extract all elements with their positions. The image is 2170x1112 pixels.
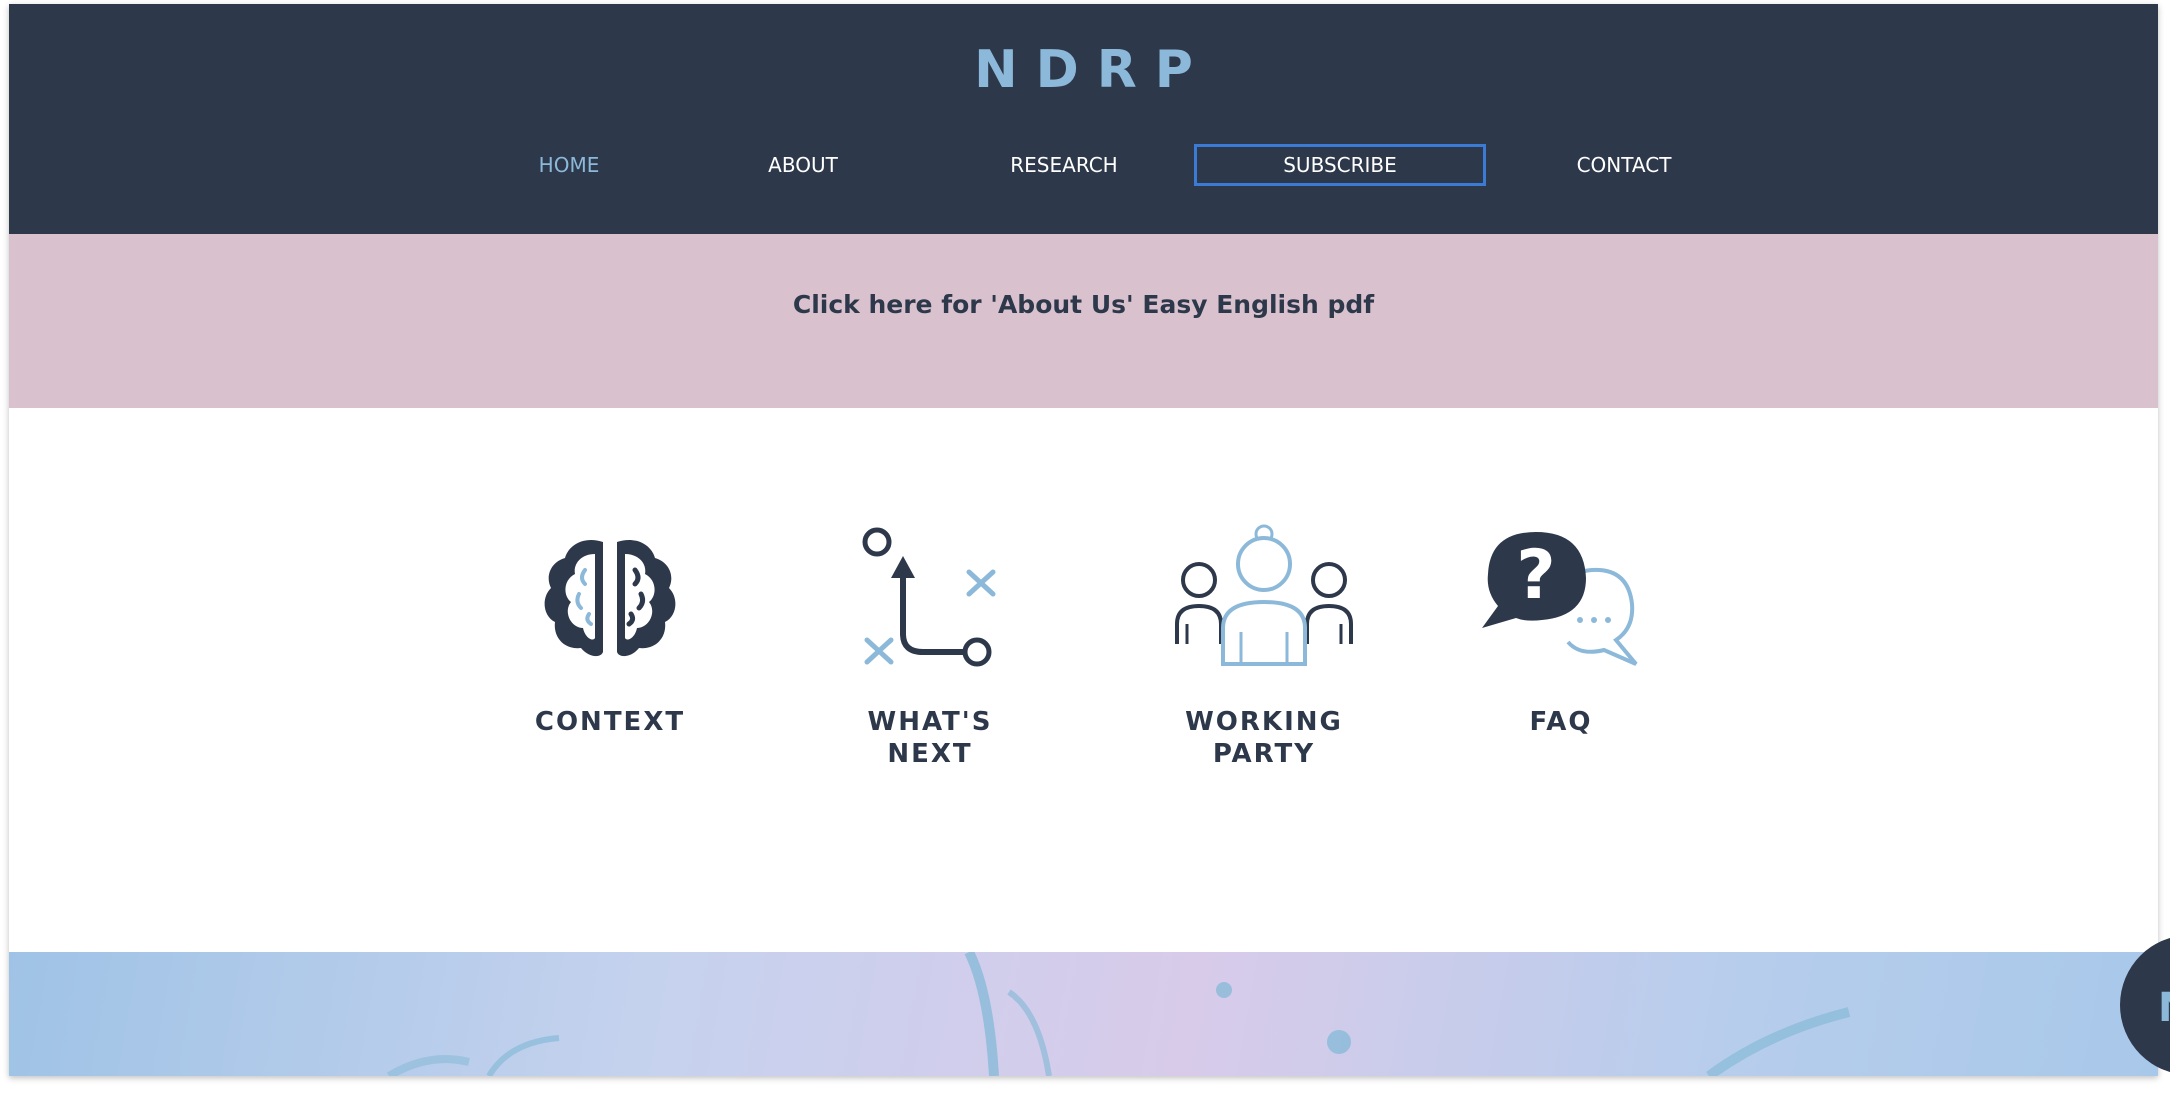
feature-context[interactable]: CONTEXT (495, 524, 725, 738)
feature-faq[interactable]: ? FAQ (1446, 524, 1676, 738)
feature-label: WHAT'S NEXT (867, 707, 993, 769)
chat-initial: N (2158, 985, 2170, 1031)
feature-label: FAQ (1529, 707, 1593, 737)
feature-label: WORKING PARTY (1185, 707, 1343, 769)
site-header: NDRP HOME ABOUT RESEARCH SUBSCRIBE CONTA… (9, 4, 2158, 234)
nav-subscribe[interactable]: SUBSCRIBE (1194, 144, 1486, 186)
question-bubble-icon: ? (1482, 532, 1638, 666)
nav-home[interactable]: HOME (519, 144, 619, 186)
path-arrow-icon (862, 527, 996, 667)
page-frame: NDRP HOME ABOUT RESEARCH SUBSCRIBE CONTA… (9, 4, 2158, 1076)
feature-working-party[interactable]: WORKING PARTY (1149, 524, 1379, 770)
nav-contact[interactable]: CONTACT (1554, 144, 1694, 186)
site-logo[interactable]: NDRP (9, 40, 2158, 100)
feature-whats-next[interactable]: WHAT'S NEXT (815, 524, 1045, 770)
paint-splash-decoration (386, 949, 1851, 1076)
feature-label: CONTEXT (534, 707, 686, 737)
nav-research[interactable]: RESEARCH (994, 144, 1134, 186)
easy-english-banner: Click here for 'About Us' Easy English p… (9, 234, 2158, 408)
svg-text:?: ? (1516, 536, 1555, 615)
painted-background-strip (9, 949, 2158, 1076)
nav-about[interactable]: ABOUT (753, 144, 853, 186)
people-group-icon (1175, 524, 1353, 666)
brain-icon (544, 539, 676, 657)
easy-english-pdf-link[interactable]: Click here for 'About Us' Easy English p… (9, 290, 2158, 319)
